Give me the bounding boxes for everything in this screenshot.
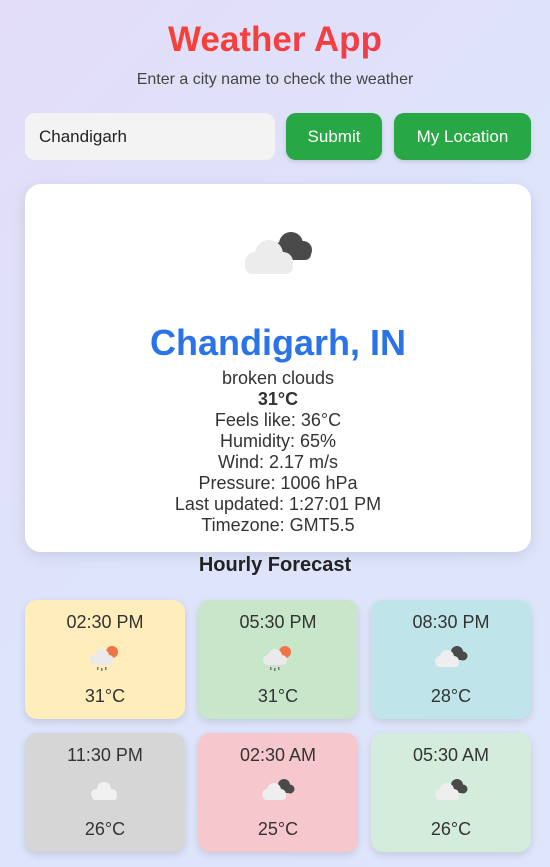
hourly-forecast-title: Hourly Forecast: [198, 554, 352, 576]
city-name: Chandigarh, IN: [149, 322, 406, 363]
sun-rain-icon: [263, 646, 291, 671]
hourly-card: 02:30 AM 25°C: [198, 733, 358, 852]
hourly-time: 02:30 AM: [239, 745, 317, 765]
hourly-time: 05:30 PM: [239, 612, 317, 632]
broken-clouds-icon: [245, 232, 312, 274]
hourly-card: 11:30 PM 26°C: [25, 733, 185, 852]
pressure: Pressure: 1006 hPa: [198, 473, 358, 493]
hourly-temp: 28°C: [430, 686, 472, 706]
hourly-card: 05:30 PM 31°C: [198, 600, 358, 719]
hourly-temp: 31°C: [84, 686, 126, 706]
submit-button[interactable]: Submit: [286, 113, 382, 160]
hourly-card: 08:30 PM 28°C: [371, 600, 531, 719]
app-subtitle: Enter a city name to check the weather: [136, 71, 414, 88]
last-updated: Last updated: 1:27:01 PM: [174, 494, 382, 514]
hourly-temp: 31°C: [257, 686, 299, 706]
current-weather-card: Chandigarh, IN broken clouds 31°C Feels …: [25, 184, 531, 552]
wind: Wind: 2.17 m/s: [217, 452, 339, 472]
broken-clouds-icon: [262, 779, 295, 800]
hourly-card: 05:30 AM 26°C: [371, 733, 531, 852]
hourly-temp: 25°C: [257, 819, 299, 839]
hourly-time: 05:30 AM: [412, 745, 490, 765]
hourly-time: 08:30 PM: [412, 612, 490, 632]
hourly-card: 02:30 PM 31°C: [25, 600, 185, 719]
feels-like: Feels like: 36°C: [214, 410, 342, 430]
city-search-input[interactable]: [25, 113, 275, 160]
hourly-temp: 26°C: [430, 819, 472, 839]
humidity: Humidity: 65%: [219, 431, 337, 451]
sun-rain-icon: [90, 646, 118, 671]
app-title: Weather App: [0, 20, 550, 60]
timezone: Timezone: GMT5.5: [201, 515, 355, 535]
my-location-button[interactable]: My Location: [394, 113, 531, 160]
current-temperature: 31°C: [257, 389, 299, 409]
hourly-time: 11:30 PM: [67, 745, 143, 765]
broken-clouds-icon: [435, 646, 468, 667]
hourly-temp: 26°C: [84, 819, 126, 839]
weather-description: broken clouds: [221, 368, 335, 388]
cloud-icon: [91, 782, 117, 800]
broken-clouds-icon: [435, 779, 468, 800]
hourly-time: 02:30 PM: [66, 612, 144, 632]
